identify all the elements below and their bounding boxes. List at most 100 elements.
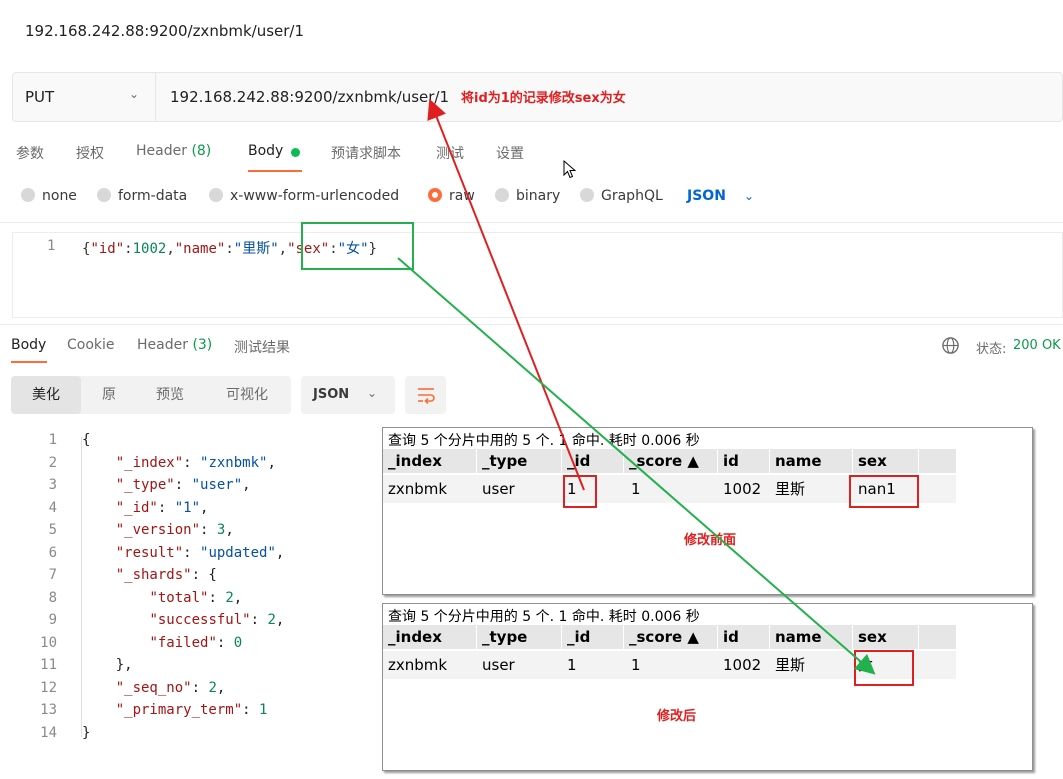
- code-line: "successful": 2,: [149, 612, 285, 628]
- view-mode-pretty[interactable]: 美化: [11, 376, 81, 414]
- tab-params[interactable]: 参数: [16, 143, 44, 163]
- body-format-select[interactable]: JSON: [687, 188, 726, 204]
- response-tab-headers[interactable]: Header (3): [137, 337, 212, 353]
- code-line: "_primary_term": 1: [115, 702, 268, 718]
- table-cell: 里斯: [775, 656, 806, 674]
- line-number: 11: [40, 657, 57, 673]
- line-number: 3: [48, 477, 57, 493]
- annotation-green-box: [301, 222, 414, 270]
- code-line: "result": "updated",: [115, 544, 285, 561]
- url-input[interactable]: 192.168.242.88:9200/zxnbmk/user/1: [170, 88, 449, 106]
- tab-headers[interactable]: Header (8): [136, 143, 211, 159]
- tab-headers-label: Header: [136, 143, 187, 159]
- code-token: 1002: [132, 241, 167, 257]
- line-number: 12: [40, 679, 57, 696]
- annotation-before-note: 修改前面: [684, 533, 737, 548]
- code-line: {: [82, 432, 91, 448]
- annotation-red-box-sex: [849, 475, 919, 508]
- radio-indicator: [97, 188, 111, 202]
- table-cell: 里斯: [775, 480, 806, 498]
- view-mode-raw[interactable]: 原: [81, 376, 137, 414]
- radio-graphql[interactable]: GraphQL: [580, 188, 663, 204]
- column-header[interactable]: _type: [477, 625, 562, 649]
- table-cell: 1: [631, 656, 641, 674]
- table-cell: zxnbmk: [388, 480, 448, 498]
- status-code: 200 OK: [1013, 338, 1061, 353]
- column-header[interactable]: id: [718, 625, 770, 649]
- radio-label: binary: [516, 188, 561, 204]
- divider: [0, 324, 1063, 325]
- radio-label: none: [42, 188, 77, 204]
- code-line: "_shards": {: [115, 567, 217, 583]
- radio-indicator: [580, 188, 594, 202]
- code-line: "_index": "zxnbmk",: [115, 454, 276, 471]
- column-header[interactable]: sex: [853, 625, 919, 649]
- line-number: 4: [48, 499, 57, 516]
- table-cell: 1002: [723, 480, 762, 498]
- radio-form-data[interactable]: form-data: [97, 188, 187, 204]
- column-header[interactable]: _index: [383, 449, 477, 473]
- globe-icon[interactable]: [941, 336, 960, 355]
- column-header[interactable]: sex: [853, 449, 919, 473]
- view-mode-visualize[interactable]: 可视化: [203, 376, 291, 414]
- code-line: "failed": 0: [149, 634, 243, 651]
- tab-pre-request-script[interactable]: 预请求脚本: [331, 143, 401, 163]
- table-cell: user: [482, 480, 515, 498]
- response-format-select[interactable]: JSON ⌄: [301, 376, 395, 414]
- table-cell: user: [482, 656, 515, 674]
- es-query-panel-after: 查询 5 个分片中用的 5 个. 1 命中. 耗时 0.006 秒 _index…: [382, 603, 1033, 771]
- column-header[interactable]: _type: [477, 449, 562, 473]
- column-header[interactable]: name: [770, 625, 853, 649]
- column-header[interactable]: _score ▲: [624, 449, 718, 473]
- line-number: 1: [47, 238, 56, 254]
- response-tab-test-results[interactable]: 测试结果: [234, 337, 290, 357]
- method-select[interactable]: PUT ⌄: [13, 73, 156, 121]
- table-cell: 1002: [723, 656, 762, 674]
- tab-settings[interactable]: 设置: [496, 143, 524, 163]
- annotation-red-box-sex: [854, 650, 914, 686]
- code-line: "_seq_no": 2,: [115, 679, 226, 696]
- column-header[interactable]: _score ▲: [624, 625, 718, 649]
- radio-label: GraphQL: [601, 188, 663, 204]
- line-number: 6: [48, 544, 57, 561]
- response-tab-body[interactable]: Body: [11, 337, 46, 353]
- column-header[interactable]: id: [718, 449, 770, 473]
- line-number: 9: [48, 612, 57, 628]
- radio-x-www-form-urlencoded[interactable]: x-www-form-urlencoded: [209, 188, 399, 204]
- column-header[interactable]: _index: [383, 625, 477, 649]
- radio-none[interactable]: none: [21, 188, 77, 204]
- column-header[interactable]: name: [770, 449, 853, 473]
- radio-label: raw: [449, 188, 475, 204]
- code-token: "name": [174, 241, 226, 257]
- tab-headers-label: Header: [137, 337, 188, 353]
- annotation-red-box-id: [563, 475, 597, 508]
- tab-body[interactable]: Body: [248, 143, 283, 159]
- body-status-dot: [291, 148, 300, 157]
- view-mode-preview[interactable]: 预览: [137, 376, 203, 414]
- response-tab-cookie[interactable]: Cookie: [67, 337, 115, 353]
- chevron-down-icon[interactable]: ⌄: [744, 189, 754, 203]
- radio-indicator-selected: [428, 188, 442, 202]
- response-format-label: JSON: [313, 387, 350, 402]
- tab-tests[interactable]: 测试: [436, 143, 464, 163]
- column-header[interactable]: _id: [562, 625, 624, 649]
- radio-raw[interactable]: raw: [428, 188, 475, 204]
- active-tab-underline: [11, 361, 47, 363]
- es-query-panel-before: 查询 5 个分片中用的 5 个. 1 命中. 耗时 0.006 秒 _index…: [382, 427, 1033, 595]
- code-token: "id": [90, 241, 125, 257]
- annotation-url-note: 将id为1的记录修改sex为女: [461, 91, 626, 106]
- code-line: "_version": 3,: [115, 522, 234, 538]
- wrap-lines-icon: [418, 388, 435, 404]
- method-label: PUT: [25, 88, 55, 106]
- tab-auth[interactable]: 授权: [76, 143, 104, 163]
- tab-headers-count: (8): [191, 143, 212, 159]
- line-number: 5: [48, 522, 57, 538]
- column-header[interactable]: _id: [562, 449, 624, 473]
- code-line: }: [82, 724, 91, 741]
- status-label: 状态:: [976, 342, 1007, 357]
- mouse-cursor-icon: [563, 160, 577, 179]
- panel-header: 查询 5 个分片中用的 5 个. 1 命中. 耗时 0.006 秒: [388, 433, 700, 449]
- radio-binary[interactable]: binary: [495, 188, 560, 204]
- code-token: ,: [166, 241, 175, 257]
- wrap-lines-button[interactable]: [405, 376, 446, 414]
